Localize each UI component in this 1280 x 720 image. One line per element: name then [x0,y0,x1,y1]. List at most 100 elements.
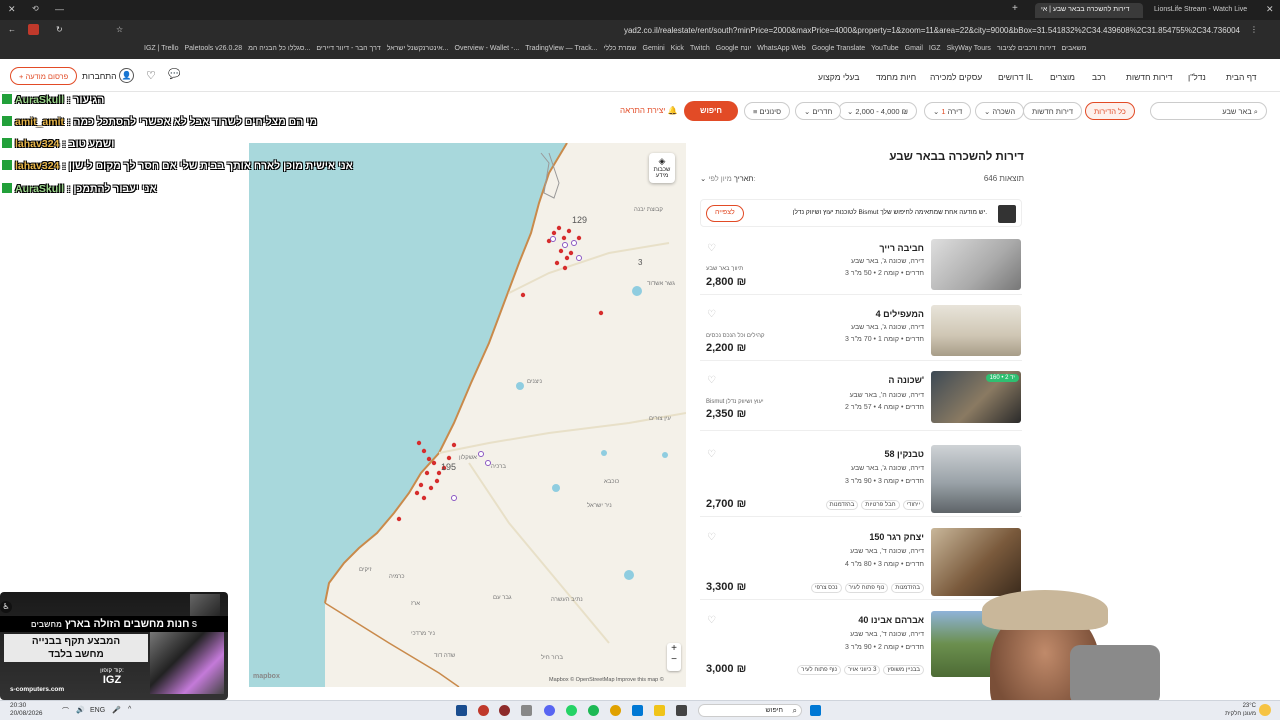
map-marker[interactable] [416,440,422,446]
browser-menu-icon[interactable]: ⟲ [32,4,39,13]
bookmark-item[interactable]: דירות ורכבים לציבור [997,45,1056,52]
user-icon[interactable]: 👤 [119,68,134,83]
map-marker[interactable] [568,250,574,256]
favorite-heart-icon[interactable]: ♡ [707,309,716,320]
chat-icon[interactable]: 💬 [168,69,180,80]
back-icon[interactable]: ← [8,25,16,34]
chrome-icon[interactable] [610,705,621,716]
bookmark-item[interactable]: דרך הבר - דיוור דיירים [316,45,380,52]
taskbar-app-icon[interactable] [676,705,687,716]
bookmark-item[interactable]: Gemini [643,45,665,52]
filter-rent[interactable]: ⌄ השכרה [975,102,1025,120]
taskbar-app-icon[interactable] [499,705,510,716]
map-marker[interactable] [566,228,572,234]
search-button[interactable]: חיפוש [684,101,738,121]
taskbar-app-icon[interactable] [632,705,643,716]
menu-icon[interactable]: ⋮ [1250,25,1258,34]
favorite-heart-icon[interactable]: ♡ [707,615,716,626]
listing-card[interactable]: ♡ חביבה רייך דירה, שכונה ג', באר שבע 3 ח… [700,239,1022,295]
bookmark-item[interactable]: Gmail [905,45,923,52]
map-marker[interactable] [451,495,457,501]
favorite-heart-icon[interactable]: ♡ [707,449,716,460]
promo-view-button[interactable]: לצפייה [706,205,744,222]
volume-icon[interactable]: 🔊 [76,706,85,714]
whatsapp-icon[interactable] [566,705,577,716]
nav-products[interactable]: מוצרים [1050,72,1075,82]
filter-rooms[interactable]: ⌄ חדרים [795,102,842,120]
map-marker[interactable] [562,265,568,271]
map-marker[interactable] [485,460,491,466]
bookmark-item[interactable]: SkyWay Tours [947,45,991,52]
nav-jobs[interactable]: דרושים IL [998,72,1033,82]
map-layers-button[interactable]: ◈ שכבות מידע [649,153,675,183]
map-marker[interactable] [571,240,577,246]
favorite-heart-icon[interactable]: ♡ [707,532,716,543]
map-marker[interactable] [478,451,484,457]
nav-new-apartments[interactable]: דירות חדשות [1126,72,1173,82]
filter-new-apartments[interactable]: דירות חדשות [1023,102,1083,120]
accessibility-icon[interactable]: ♿ [0,601,12,613]
filter-price[interactable]: ⌄ 2,000 - 4,000 ₪ [838,102,918,120]
map-marker[interactable] [421,495,427,501]
city-search-input[interactable]: באר שבע ⌕ [1150,102,1267,120]
login-link[interactable]: התחברות [82,71,117,81]
bookmark-item[interactable]: שמרת כללי [604,45,637,52]
mic-icon[interactable]: 🎤 [112,706,121,714]
map-marker[interactable] [424,470,430,476]
bookmark-item[interactable]: Paletools v26.0.28 [185,45,243,52]
tab-yad2[interactable]: דירות להשכרה בבאר שבע | אי [1035,3,1143,18]
nav-professionals[interactable]: בעלי מקצוע [818,72,860,82]
map-marker[interactable] [421,448,427,454]
map-marker[interactable] [396,516,402,522]
map-marker[interactable] [451,442,457,448]
listing-card[interactable]: יד 2 • 160 ♡ שכונה ה' דירה, שכונה ה', בא… [700,371,1022,431]
wifi-icon[interactable]: ⌒ [62,706,69,716]
favorite-heart-icon[interactable]: ♡ [707,375,716,386]
weather-widget[interactable]: 23°C מעונן חלקית [1210,702,1256,718]
bookmark-item[interactable]: TradingView — Track... [525,45,597,52]
map-marker[interactable] [598,310,604,316]
map-marker[interactable] [576,255,582,261]
filter-advanced[interactable]: ≡ סינונים [744,102,791,120]
bookmark-item[interactable]: YouTube [871,45,899,52]
windows-start-icon[interactable] [810,705,821,716]
extension-icon[interactable] [28,24,39,35]
bookmark-item[interactable]: Kick [671,45,684,52]
map-marker[interactable] [554,260,560,266]
star-icon[interactable]: ☆ [116,25,123,34]
listing-card[interactable]: ♡ טבנקין 58 דירה, שכונה ג', באר שבע 3 חד… [700,445,1022,517]
taskbar-search-input[interactable]: חיפוש ⌕ [698,704,802,717]
nav-realestate[interactable]: נדל"ן [1188,72,1206,82]
sort-dropdown[interactable]: ⌄ תאריך מיון לפי: [700,174,756,183]
taskbar-app-icon[interactable] [456,705,467,716]
map-marker[interactable] [562,242,568,248]
bookmark-item[interactable]: IGZ [929,45,941,52]
map-marker[interactable] [426,456,432,462]
minimize-icon[interactable]: — [55,4,64,14]
bookmark-item[interactable]: משאבים [1062,45,1087,52]
bookmark-item[interactable]: סגללו כל הבניה המ... [248,45,310,52]
bookmark-item[interactable]: Google Translate [812,45,865,52]
map-marker[interactable] [428,485,434,491]
map-marker[interactable] [446,455,452,461]
bookmark-item[interactable]: Overview - Wallet -... [455,45,520,52]
language-indicator[interactable]: ENG [90,707,105,714]
close-window-icon[interactable]: ✕ [8,4,16,15]
map-marker[interactable] [414,490,420,496]
zoom-out-button[interactable]: − [667,654,681,665]
bookmark-item[interactable]: Twitch [690,45,710,52]
favorite-heart-icon[interactable]: ♡ [707,243,716,254]
map-marker[interactable] [564,255,570,261]
listing-card[interactable]: ♡ המעפילים 4 דירה, שכונה ג', באר שבע 3 ח… [700,305,1022,361]
create-alert-button[interactable]: יצירת התראה 🔔 [620,106,677,115]
new-tab-icon[interactable]: + [1012,3,1018,14]
bookmark-item[interactable]: WhatsApp Web [757,45,806,52]
map-marker[interactable] [520,292,526,298]
bookmark-item[interactable]: אינטרנקשנל ישראל... [387,45,449,52]
map-marker[interactable] [418,482,424,488]
heart-icon[interactable]: ♡ [146,69,156,82]
close-icon[interactable]: ✕ [1266,4,1274,15]
map[interactable]: 129 195 3 קבוצת יבנה גשר אשדוד ניצנים עין צ… [249,143,686,687]
discord-icon[interactable] [544,705,555,716]
map-marker[interactable] [551,230,557,236]
